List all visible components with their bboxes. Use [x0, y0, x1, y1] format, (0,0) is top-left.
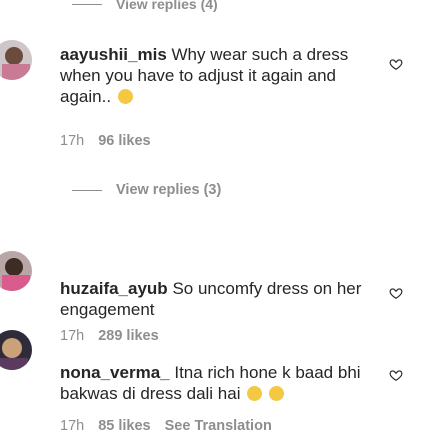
comment-username[interactable]: huzaifa_ayub [60, 279, 168, 298]
comment-time: 17h [60, 133, 85, 149]
view-replies-top-label: View replies (4) [116, 0, 218, 12]
comment-meta: 17h 96 likes [60, 133, 151, 149]
heart-outline-icon [389, 370, 403, 381]
comment-meta: 17h 85 likes See Translation [60, 418, 272, 434]
comment-username[interactable]: nona_verma_ [60, 363, 170, 382]
avatar[interactable] [0, 330, 32, 370]
comment-meta: 17h 289 likes [60, 328, 159, 344]
like-button[interactable] [389, 368, 403, 382]
avatar[interactable] [0, 251, 32, 291]
view-replies[interactable]: View replies (3) [72, 182, 221, 198]
heart-outline-icon [389, 288, 403, 299]
comment-likes[interactable]: 289 likes [98, 328, 158, 344]
replies-divider [72, 189, 102, 191]
comment-text: huzaifa_ayub So uncomfy dress on her eng… [60, 278, 375, 320]
view-replies-label: View replies (3) [116, 182, 222, 198]
avatar[interactable] [0, 40, 32, 80]
like-button[interactable] [389, 57, 403, 71]
comment-time: 17h [60, 418, 85, 434]
comment-likes[interactable]: 85 likes [98, 418, 150, 434]
heart-outline-icon [389, 59, 403, 70]
like-button[interactable] [389, 286, 403, 300]
unamused-face-emoji [247, 386, 263, 401]
avatar-image [0, 251, 32, 291]
comment-likes[interactable]: 96 likes [98, 133, 150, 149]
see-translation-link[interactable]: See Translation [165, 418, 272, 434]
avatar-image [0, 330, 32, 370]
replies-divider [72, 3, 102, 5]
comment-text: aayushii_mis Why wear such a dress when … [60, 44, 375, 107]
comment-username[interactable]: aayushii_mis [60, 45, 167, 64]
unamused-face-emoji [268, 386, 284, 401]
comment-text: nona_verma_ Itna rich hone k baad bhi ba… [60, 362, 375, 404]
view-replies-top[interactable]: View replies (4) [72, 0, 218, 14]
worried-face-emoji [117, 89, 133, 104]
comment-time: 17h [60, 328, 85, 344]
avatar-image [0, 40, 32, 80]
